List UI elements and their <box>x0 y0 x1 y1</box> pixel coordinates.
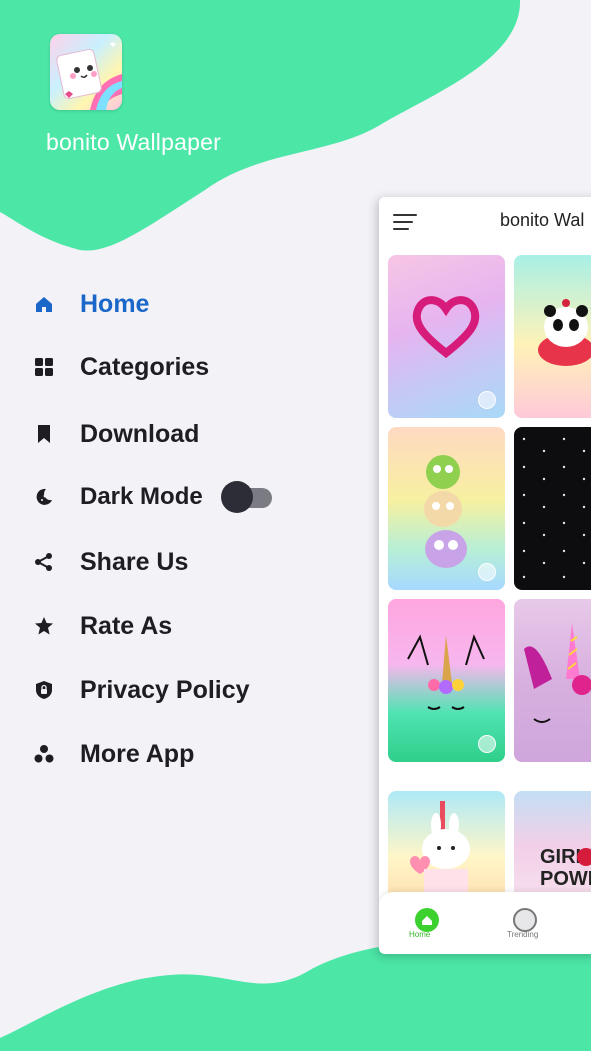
preview-header: bonito Wal <box>379 197 591 247</box>
home-icon <box>30 290 58 318</box>
bookmark-icon <box>30 420 58 448</box>
menu-item-download[interactable]: Download <box>30 414 199 454</box>
wallpaper-thumbnail[interactable] <box>388 599 505 762</box>
wallpaper-thumbnail[interactable] <box>514 255 591 418</box>
menu-item-share-us[interactable]: Share Us <box>30 542 188 582</box>
menu-item-label: Privacy Policy <box>80 675 250 704</box>
menu-item-categories[interactable]: Categories <box>30 347 209 387</box>
download-icon[interactable] <box>478 563 496 581</box>
app-name: bonito Wallpaper <box>46 129 221 155</box>
svg-text:POWE: POWE <box>540 868 591 890</box>
download-icon[interactable] <box>478 735 496 753</box>
nav-trending-icon[interactable] <box>513 908 537 932</box>
menu-item-label: Download <box>80 419 200 448</box>
menu-item-label: Dark Mode <box>80 483 203 510</box>
shield-lock-icon <box>30 676 58 704</box>
main-screen-preview[interactable]: bonito Wal GIRL POW Home Trending <box>379 197 591 954</box>
wallpaper-thumbnail[interactable] <box>514 599 591 762</box>
menu-item-home[interactable]: Home <box>30 284 149 324</box>
star-icon <box>30 612 58 640</box>
menu-item-label: Share Us <box>80 547 189 576</box>
toggle-knob <box>221 481 253 513</box>
menu-item-privacy-policy[interactable]: Privacy Policy <box>30 670 250 710</box>
menu-item-label: Rate As <box>80 611 173 640</box>
wallpaper-thumbnail[interactable]: GIRL POWE <box>514 791 591 901</box>
wallpaper-thumbnail[interactable] <box>388 255 505 418</box>
moon-icon <box>30 483 58 511</box>
dark-mode-toggle[interactable] <box>221 481 273 513</box>
apps-icon <box>30 740 58 768</box>
menu-item-label: More App <box>80 739 195 768</box>
wallpaper-thumbnail[interactable] <box>514 427 591 590</box>
hamburger-menu-icon[interactable] <box>393 214 417 232</box>
nav-trending-label: Trending <box>507 930 539 939</box>
share-icon <box>30 548 58 576</box>
menu-item-label: Categories <box>80 352 210 381</box>
menu-item-rate-as[interactable]: Rate As <box>30 606 172 646</box>
grid-icon <box>30 353 58 381</box>
wallpaper-thumbnail[interactable] <box>388 791 505 901</box>
wallpaper-thumbnail[interactable] <box>388 427 505 590</box>
menu-item-label: Home <box>80 289 150 318</box>
nav-home-icon[interactable] <box>415 908 439 932</box>
footer-background-shape <box>0 940 591 1051</box>
nav-home-label: Home <box>409 930 431 939</box>
bottom-navigation-bar: Home Trending <box>379 892 591 954</box>
download-icon[interactable] <box>478 391 496 409</box>
menu-item-more-app[interactable]: More App <box>30 734 194 774</box>
preview-title: bonito Wal <box>500 210 585 230</box>
app-logo <box>50 34 122 110</box>
menu-item-dark-mode[interactable]: Dark Mode <box>30 477 203 517</box>
